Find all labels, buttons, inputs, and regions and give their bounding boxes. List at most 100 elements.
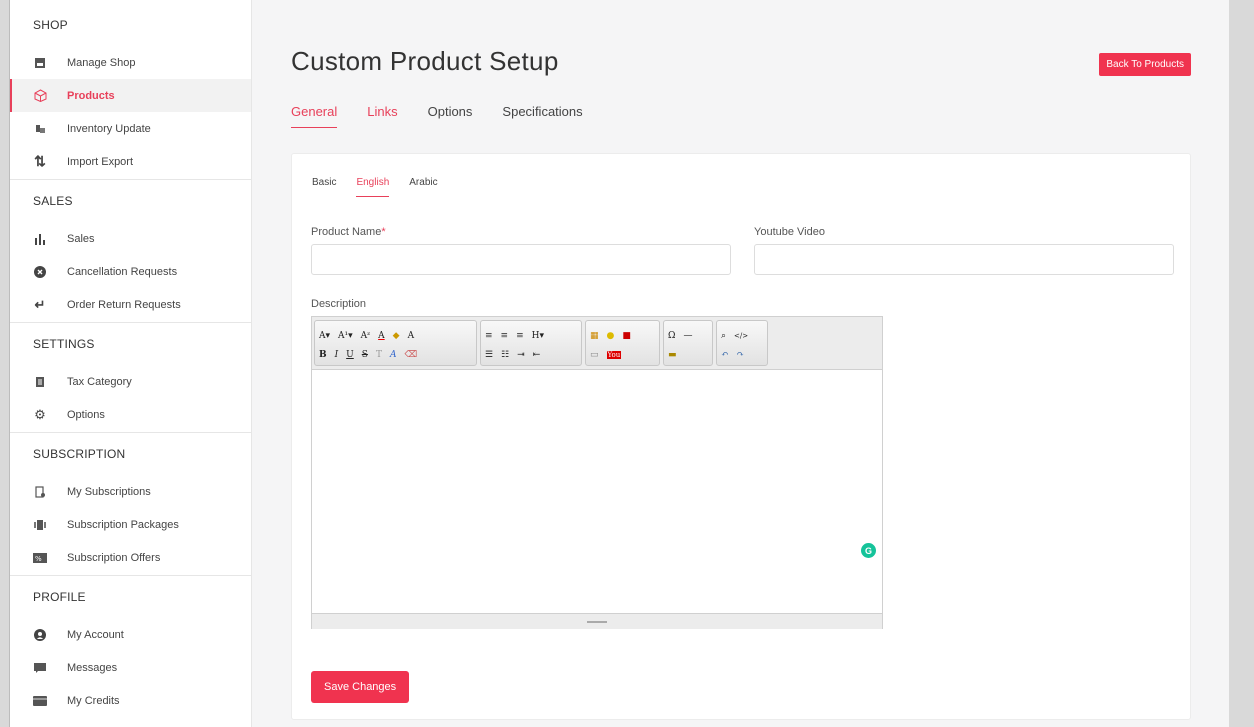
subtab-basic[interactable]: Basic [312, 177, 336, 197]
toolbar-group-insert: ▦ ● ■ ▭ You [585, 320, 660, 366]
sidebar-item-label: Messages [67, 661, 118, 674]
clear-font-icon[interactable]: A [408, 331, 415, 341]
resize-grip-icon[interactable] [587, 621, 607, 623]
strikethrough-icon[interactable]: S [362, 350, 368, 360]
sidebar-item-label: Subscription Offers [67, 551, 161, 564]
heading-icon[interactable]: H▾ [532, 331, 544, 341]
sidebar-item-subscription-offers[interactable]: % Subscription Offers [10, 541, 251, 574]
sidebar-item-my-subscriptions[interactable]: My Subscriptions [10, 475, 251, 508]
editor-content-area[interactable] [312, 370, 882, 613]
packages-icon [32, 517, 48, 533]
sidebar-item-my-credits[interactable]: My Credits [10, 684, 251, 717]
text-color-icon[interactable]: A [390, 350, 397, 360]
font-name-icon[interactable]: A▾ [319, 331, 330, 341]
page-title: Custom Product Setup [291, 46, 559, 76]
editor-toolbar: A▾ A¹▾ Aᶻ A ◆ A B I U S T A ⌫ ≡ ≡ ≡ H▾ ☰… [312, 317, 882, 370]
align-left-icon[interactable]: ≡ [485, 331, 493, 341]
emoticon-icon[interactable]: ● [607, 331, 615, 341]
sidebar-item-label: Order Return Requests [67, 298, 181, 311]
insert-image-icon[interactable]: ▦ [590, 331, 599, 341]
redo-icon[interactable]: ↷ [737, 350, 745, 360]
sidebar-item-order-return-requests[interactable]: ↵ Order Return Requests [10, 288, 251, 321]
italic-icon[interactable]: I [335, 350, 339, 360]
tab-general[interactable]: General [291, 104, 338, 128]
superscript-icon[interactable]: Aᶻ [361, 331, 370, 341]
sidebar-item-options[interactable]: ⚙ Options [10, 398, 251, 431]
sidebar-item-subscription-packages[interactable]: Subscription Packages [10, 508, 251, 541]
back-to-products-button[interactable]: Back To Products [1099, 53, 1191, 76]
description-editor: A▾ A¹▾ Aᶻ A ◆ A B I U S T A ⌫ ≡ ≡ ≡ H▾ ☰… [311, 316, 883, 629]
sidebar-item-label: My Account [67, 628, 124, 641]
bar-chart-icon [32, 231, 48, 247]
subtab-english[interactable]: English [356, 177, 390, 197]
tab-links[interactable]: Links [367, 104, 397, 128]
bold-icon[interactable]: B [319, 350, 327, 360]
grammarly-icon[interactable]: G [861, 543, 876, 558]
sidebar-item-label: Options [67, 408, 105, 421]
sidebar-section-subscription: SUBSCRIPTION [33, 447, 126, 461]
text-style-icon[interactable]: T [376, 350, 382, 360]
table-icon[interactable]: ▬ [668, 350, 677, 360]
tab-options[interactable]: Options [428, 104, 473, 128]
subtab-arabic[interactable]: Arabic [409, 177, 437, 197]
svg-text:%: % [35, 555, 42, 563]
product-name-input[interactable] [311, 244, 731, 275]
language-tabs: Basic English Arabic [312, 177, 458, 197]
numbered-list-icon[interactable]: ☷ [501, 350, 509, 360]
main-content: Custom Product Setup Back To Products Ge… [253, 0, 1229, 727]
sidebar-section-profile: PROFILE [33, 590, 86, 604]
highlight-icon[interactable]: ◆ [393, 331, 400, 341]
sidebar-item-sales[interactable]: Sales [10, 222, 251, 255]
description-label: Description [311, 298, 367, 310]
sidebar-item-my-account[interactable]: My Account [10, 618, 251, 651]
product-name-label: Product Name* [311, 226, 386, 238]
offers-icon: % [32, 550, 48, 566]
special-char-icon[interactable]: Ω [668, 331, 675, 341]
flash-icon[interactable]: ■ [622, 331, 631, 341]
find-icon[interactable]: ⌕ [721, 331, 726, 341]
cancel-icon [32, 264, 48, 280]
sidebar-section-sales: SALES [33, 194, 73, 208]
sidebar: SHOP Manage Shop Products Inventory Upda… [10, 0, 252, 727]
align-right-icon[interactable]: ≡ [516, 331, 524, 341]
bullet-list-icon[interactable]: ☰ [485, 350, 493, 360]
sidebar-item-label: Cancellation Requests [67, 265, 178, 278]
eraser-icon[interactable]: ⌫ [404, 350, 417, 360]
sidebar-item-cancellation-requests[interactable]: Cancellation Requests [10, 255, 251, 288]
sidebar-item-messages[interactable]: Messages [10, 651, 251, 684]
source-code-icon[interactable]: </> [734, 332, 748, 340]
font-size-icon[interactable]: A¹▾ [338, 331, 353, 341]
toolbar-group-misc: ⌕ </> ↶ ↷ [716, 320, 768, 366]
sidebar-item-label: Sales [67, 232, 95, 245]
account-icon [32, 627, 48, 643]
sidebar-item-label: Import Export [67, 155, 134, 168]
sidebar-item-products[interactable]: Products [10, 79, 251, 112]
inventory-icon [32, 121, 48, 137]
sidebar-item-tax-category[interactable]: Tax Category [10, 365, 251, 398]
sidebar-item-import-export[interactable]: ⇅ Import Export [10, 145, 251, 178]
import-export-icon: ⇅ [34, 153, 46, 169]
product-name-label-text: Product Name [311, 226, 382, 238]
editor-resize-bar[interactable] [312, 613, 882, 629]
indent-icon[interactable]: ⇥ [517, 350, 525, 360]
youtube-video-label: Youtube Video [754, 226, 825, 238]
save-changes-button[interactable]: Save Changes [311, 671, 410, 703]
horizontal-rule-icon[interactable]: — [683, 331, 692, 341]
credits-icon [32, 693, 48, 709]
sidebar-item-inventory-update[interactable]: Inventory Update [10, 112, 251, 145]
return-icon: ↵ [34, 296, 46, 312]
undo-icon[interactable]: ↶ [721, 350, 729, 360]
outdent-icon[interactable]: ⇤ [533, 350, 541, 360]
shop-icon [32, 55, 48, 71]
youtube-icon[interactable]: You [606, 351, 622, 359]
underline-icon[interactable]: U [346, 350, 354, 360]
tax-icon [32, 374, 48, 390]
align-center-icon[interactable]: ≡ [501, 331, 509, 341]
link-icon[interactable]: ▭ [590, 350, 599, 360]
font-color-icon[interactable]: A [378, 331, 385, 341]
sidebar-item-manage-shop[interactable]: Manage Shop [10, 46, 251, 79]
youtube-video-input[interactable] [754, 244, 1174, 275]
tab-specifications[interactable]: Specifications [502, 104, 582, 128]
sidebar-item-label: My Credits [67, 694, 120, 707]
sidebar-item-label: Inventory Update [67, 122, 151, 135]
